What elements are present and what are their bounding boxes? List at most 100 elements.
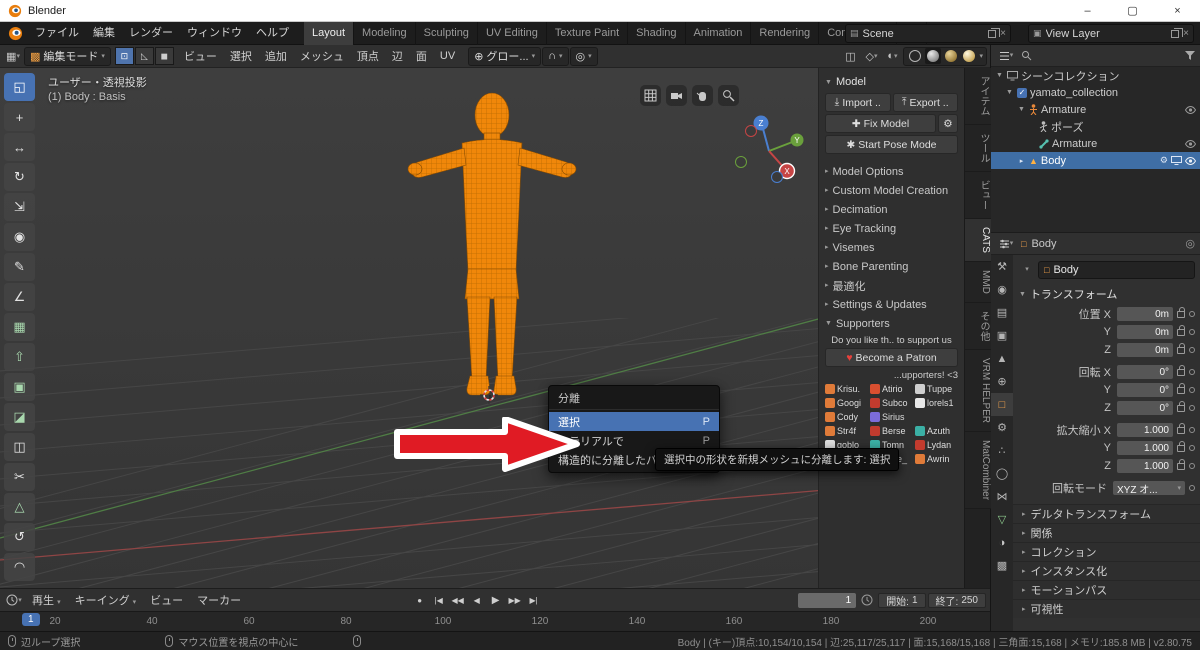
search-icon[interactable] [1021,50,1032,61]
play-button[interactable]: ▶ [487,592,504,609]
body-mesh[interactable] [406,88,578,400]
location-z-field[interactable]: 0m [1117,343,1173,357]
camera-view-button[interactable] [666,85,687,106]
tool-bevel[interactable]: ◪ [4,403,35,431]
tool-box-select[interactable]: ◱ [4,73,35,101]
tool-poly-build[interactable]: △ [4,493,35,521]
workspace-tab-texture-paint[interactable]: Texture Paint [547,21,629,45]
animate-dot[interactable] [1189,427,1195,433]
patron-chip[interactable]: Lydan [915,440,957,450]
patron-chip[interactable]: Tuppe [915,384,957,394]
orientation-dropdown[interactable]: ⊕ グロー... ▾ [468,46,542,66]
object-browse-button[interactable]: ▾ [1019,260,1035,279]
animate-dot[interactable] [1189,347,1195,353]
section-eye-tracking[interactable]: ▸ Eye Tracking [825,219,958,238]
tab-object[interactable]: □ [991,393,1013,416]
outliner-row-collection[interactable]: ▼ ✓ yamato_collection [991,84,1200,101]
section-collections[interactable]: ▸ コレクション [1013,542,1200,561]
view-layer-selector[interactable]: ▣ View Layer × [1028,24,1194,43]
sidebar-tab-view[interactable]: ビュー [965,172,991,219]
section-instancing[interactable]: ▸ インスタンス化 [1013,561,1200,580]
export-model-button[interactable]: ⤒ Export .. [892,93,958,112]
patron-chip[interactable]: Berse [870,426,912,436]
tool-rotate[interactable]: ↻ [4,163,35,191]
properties-editor-icon[interactable]: ▾ [996,234,1016,253]
tool-extrude-region[interactable]: ⇧ [4,343,35,371]
overlays-dropdown[interactable]: ◐ ▾ [882,47,902,66]
filter-icon[interactable] [1185,51,1195,60]
tool-annotate[interactable]: ✎ [4,253,35,281]
tool-add-cube[interactable]: ▦ [4,313,35,341]
menu-keying[interactable]: キーイング ▾ [69,592,143,608]
animate-dot[interactable] [1189,387,1195,393]
timeline-ruler[interactable]: 1 20 40 60 80 100 120 140 160 180 200 [0,611,990,631]
animate-dot[interactable] [1189,463,1195,469]
sidebar-tab-tool[interactable]: ツール [965,125,991,172]
lock-icon[interactable] [1177,364,1185,376]
patron-chip[interactable]: Cody [825,412,867,422]
section-motion-paths[interactable]: ▸ モーションパス [1013,580,1200,599]
sidebar-tab-matcombiner[interactable]: MatCombiner [965,431,991,509]
lock-icon[interactable] [1177,342,1185,354]
workspace-tab-shading[interactable]: Shading [628,21,686,45]
new-view-layer-icon[interactable] [1171,27,1184,38]
tool-transform[interactable]: ◉ [4,223,35,251]
model-panel-header[interactable]: ▼ Model [825,73,958,91]
lock-icon[interactable] [1177,422,1185,434]
auto-key-button[interactable]: ● [411,592,428,609]
tab-scene[interactable]: ▲ [991,347,1013,370]
tool-cursor[interactable]: + [4,103,35,131]
object-name-field[interactable]: □ Body [1038,260,1195,279]
start-pose-mode-button[interactable]: ✱ Start Pose Mode [825,135,958,154]
scale-y-field[interactable]: 1.000 [1117,441,1173,455]
menu-select[interactable]: 選択 [224,48,258,64]
scale-z-field[interactable]: 1.000 [1117,459,1173,473]
mode-dropdown[interactable]: ▩ 編集モード ▾ [24,46,111,66]
section-delta-transform[interactable]: ▸ デルタトランスフォーム [1013,504,1200,523]
fix-model-button[interactable]: ✚ Fix Model [825,114,936,133]
unlink-scene-icon[interactable]: × [1000,28,1006,39]
tab-world[interactable]: ⊕ [991,370,1013,393]
tab-constraints[interactable]: ⋈ [991,485,1013,508]
gizmos-dropdown[interactable]: ◇ ▾ [861,47,881,66]
menu-face[interactable]: 面 [410,48,433,64]
sidebar-tab-vrm-helper[interactable]: VRM HELPER [965,349,991,432]
tab-texture[interactable]: ▩ [991,554,1013,577]
section-optimization[interactable]: ▸ 最適化 [825,276,958,295]
snap-dropdown[interactable]: ∩ ▾ [542,46,569,66]
fix-settings-button[interactable]: ⚙ [938,114,958,133]
patron-chip[interactable]: Krisu. [825,384,867,394]
menu-edit[interactable]: 編集 [86,22,122,45]
import-model-button[interactable]: ⤓ Import .. [825,93,891,112]
workspace-tab-layout[interactable]: Layout [304,21,355,45]
menu-timeline-view[interactable]: ビュー [144,592,189,608]
maximize-button[interactable]: ▢ [1110,0,1155,21]
tab-view-layer[interactable]: ▣ [991,324,1013,347]
menu-window[interactable]: ウィンドウ [180,22,249,45]
close-button[interactable]: × [1155,0,1200,21]
tab-physics[interactable]: ◯ [991,462,1013,485]
current-frame-field[interactable]: 1 [798,592,857,608]
pin-icon[interactable]: ◎ [1185,237,1195,250]
wireframe-shading-button[interactable] [907,48,923,64]
eye-icon[interactable] [1185,105,1196,114]
lock-icon[interactable] [1177,306,1185,318]
lock-icon[interactable] [1177,382,1185,394]
minimize-button[interactable]: – [1065,0,1110,21]
location-x-field[interactable]: 0m [1117,307,1173,321]
screen-icon[interactable] [1171,156,1182,165]
tab-particles[interactable]: ∴ [991,439,1013,462]
material-shading-button[interactable] [943,48,959,64]
timeline-editor-icon[interactable]: ▾ [4,591,24,610]
viewport-3d[interactable]: ▦ ▾ ▩ 編集モード ▾ ⊡ ◺ ◼ ビュー 選択 追加 メッシュ 頂点 辺 面 U… [0,45,991,588]
prev-keyframe-button[interactable]: ◀◀ [449,592,466,609]
pan-view-button[interactable] [692,85,713,106]
patron-chip[interactable]: Googi [825,398,867,408]
section-decimation[interactable]: ▸ Decimation [825,200,958,219]
lock-icon[interactable] [1177,440,1185,452]
patron-chip[interactable]: Atirio [870,384,912,394]
outliner-row-armature-data[interactable]: Armature [991,135,1200,152]
zoom-view-button[interactable] [718,85,739,106]
menu-view[interactable]: ビュー [178,48,223,64]
tool-knife[interactable]: ✂ [4,463,35,491]
